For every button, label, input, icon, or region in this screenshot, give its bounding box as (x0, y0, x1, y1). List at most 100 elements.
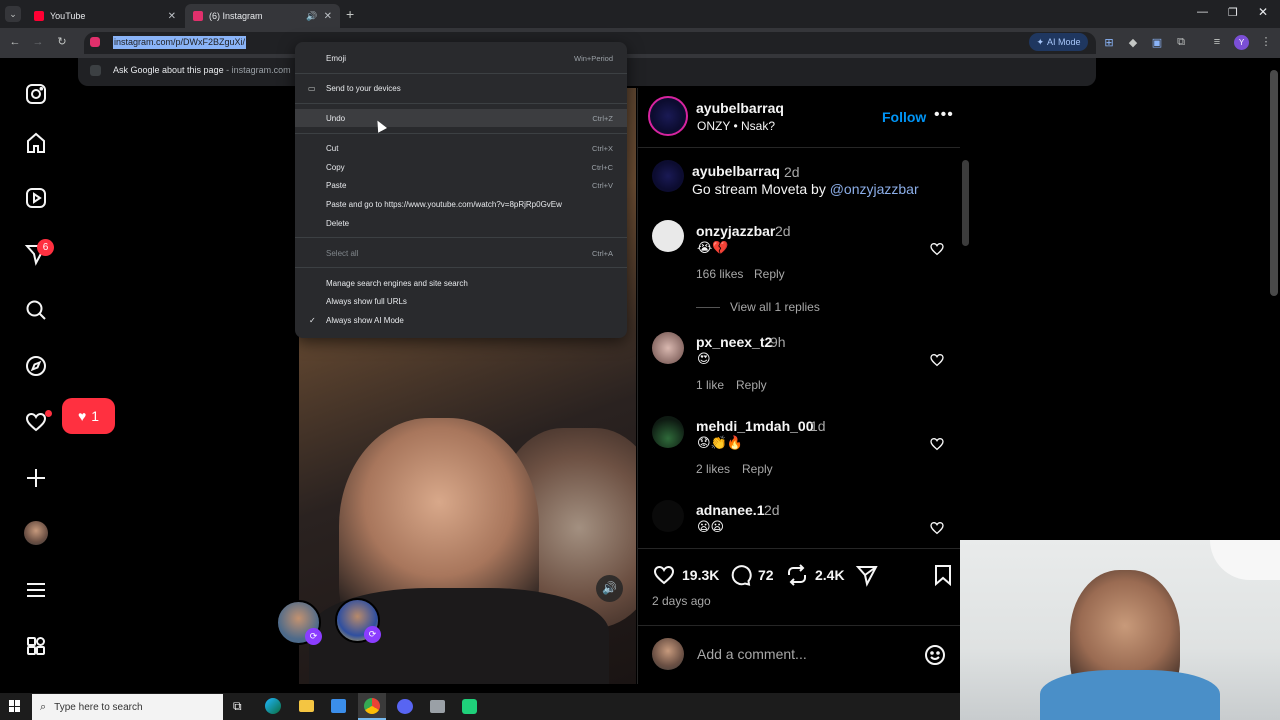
minimize-button[interactable]: — (1197, 6, 1208, 18)
ai-mode-icon: ✦ (1036, 36, 1044, 47)
extension-icon[interactable]: ◆ (1125, 36, 1141, 49)
checkmark-icon: ✓ (309, 315, 316, 325)
ai-mode-button[interactable]: ✦ AI Mode (1029, 33, 1088, 51)
reply-button[interactable]: Reply (736, 378, 767, 392)
menu-item-paste[interactable]: Paste Ctrl+V (295, 176, 627, 194)
post-audio[interactable]: ONZY • Nsak? (697, 119, 775, 133)
comment-username[interactable]: adnanee.1 (696, 502, 764, 518)
add-comment-input[interactable]: Add a comment... (697, 646, 807, 662)
restore-button[interactable]: ❐ (1228, 6, 1238, 19)
menu-item-paste-and-go[interactable]: Paste and go to https://www.youtube.com/… (295, 195, 627, 213)
menu-item-copy[interactable]: Copy Ctrl+C (295, 158, 627, 176)
likes-popup[interactable]: ♥ 1 (62, 398, 115, 434)
windows-start-icon[interactable] (9, 700, 21, 712)
menu-item-emoji[interactable]: Emoji Win+Period (295, 49, 627, 67)
search-icon[interactable] (22, 296, 50, 324)
mute-button[interactable]: 🔊 (596, 575, 623, 602)
reply-button[interactable]: Reply (742, 462, 773, 476)
menu-item-undo[interactable]: Undo Ctrl+Z (295, 109, 627, 127)
page-scrollbar[interactable] (1270, 70, 1278, 296)
home-icon[interactable] (22, 129, 50, 157)
new-tab-button[interactable]: + (346, 6, 354, 22)
puzzle-icon[interactable]: ⧉ (1173, 36, 1189, 49)
comment-username[interactable]: px_neex_t2 (696, 334, 772, 350)
more-menu-icon[interactable] (22, 576, 50, 604)
menu-label: Always show full URLs (326, 296, 407, 306)
chrome-logo (364, 698, 380, 714)
site-info-icon[interactable] (90, 37, 100, 47)
tab-search-button[interactable]: ⌄ (5, 6, 21, 22)
tab-youtube[interactable]: YouTube ✕ (26, 4, 184, 28)
caption-avatar[interactable] (652, 160, 684, 192)
forward-icon[interactable]: → (30, 36, 46, 48)
green-app-icon[interactable] (462, 699, 477, 714)
author-username[interactable]: ayubelbarraq (696, 100, 784, 116)
tab-strip: ⌄ YouTube ✕ (6) Instagram 🔊 ✕ + — ❐ ✕ (0, 0, 1280, 28)
like-comment-icon[interactable] (929, 241, 945, 257)
emoji-picker-icon[interactable] (923, 643, 947, 667)
speaker-icon[interactable]: 🔊 (306, 11, 317, 22)
tab-instagram[interactable]: (6) Instagram 🔊 ✕ (185, 4, 340, 28)
url-text[interactable]: instagram.com/p/DWxF2BZguXi/ (113, 36, 247, 49)
share-icon[interactable] (855, 563, 879, 587)
menu-item-select-all[interactable]: Select all Ctrl+A (295, 244, 627, 262)
comment-icon[interactable] (728, 563, 752, 587)
comments-scrollbar[interactable] (962, 160, 969, 246)
explore-icon[interactable] (22, 352, 50, 380)
menu-item-send-to-devices[interactable]: ▭ Send to your devices (295, 79, 627, 97)
back-icon[interactable]: ← (7, 36, 23, 48)
comment-username[interactable]: mehdi_1mdah_00 (696, 418, 814, 434)
comment-username[interactable]: onzyjazzbar (696, 223, 775, 239)
file-explorer-icon[interactable] (299, 700, 314, 712)
reels-icon[interactable] (22, 184, 50, 212)
discord-icon[interactable] (397, 699, 413, 714)
repost-count[interactable]: 2.4K (815, 567, 845, 583)
like-icon[interactable] (652, 563, 676, 587)
translate-icon[interactable]: ⊞ (1101, 36, 1117, 49)
apps-icon[interactable] (22, 632, 50, 660)
comment-avatar[interactable] (652, 332, 684, 364)
close-window-button[interactable]: ✕ (1258, 5, 1268, 19)
like-comment-icon[interactable] (929, 352, 945, 368)
repost-icon[interactable] (785, 563, 809, 587)
comment-count[interactable]: 72 (758, 567, 774, 583)
profile-avatar[interactable] (24, 521, 48, 545)
follow-button[interactable]: Follow (882, 109, 926, 125)
chrome-icon[interactable] (358, 693, 386, 720)
edge-icon[interactable] (265, 698, 281, 714)
menu-icon[interactable]: ⋮ (1258, 35, 1274, 48)
comment-avatar[interactable] (652, 500, 684, 532)
menu-item-delete[interactable]: Delete (295, 214, 627, 232)
comment-avatar[interactable] (652, 220, 684, 252)
reload-icon[interactable]: ↻ (54, 35, 70, 48)
view-replies-button[interactable]: View all 1 replies (730, 300, 820, 314)
close-tab-icon[interactable]: ✕ (168, 11, 176, 22)
screenshot-icon[interactable]: ▣ (1149, 36, 1165, 49)
like-comment-icon[interactable] (929, 436, 945, 452)
taskbar-search-box[interactable]: ⌕ Type here to search (32, 694, 223, 720)
caption-mention[interactable]: @onzyjazzbar (830, 181, 919, 197)
save-icon[interactable] (931, 563, 955, 587)
menu-item-cut[interactable]: Cut Ctrl+X (295, 139, 627, 157)
close-tab-icon[interactable]: ✕ (324, 11, 332, 22)
reading-list-icon[interactable]: ≡ (1209, 36, 1225, 48)
menu-item-show-full-urls[interactable]: Always show full URLs (295, 292, 627, 310)
more-options-icon[interactable]: ••• (934, 106, 954, 124)
task-view-icon[interactable]: ⧉ (233, 699, 242, 714)
create-icon[interactable] (22, 464, 50, 492)
comment-likes[interactable]: 1 like (696, 378, 724, 392)
comment-likes[interactable]: 2 likes (696, 462, 730, 476)
profile-avatar[interactable]: Y (1234, 35, 1249, 50)
reply-button[interactable]: Reply (754, 267, 785, 281)
like-count[interactable]: 19.3K (682, 567, 719, 583)
instagram-logo-icon[interactable] (22, 80, 50, 108)
menu-item-manage-search-engines[interactable]: Manage search engines and site search (295, 274, 627, 292)
app-icon[interactable] (430, 700, 445, 713)
store-icon[interactable] (331, 699, 346, 713)
comment-avatar[interactable] (652, 416, 684, 448)
author-avatar[interactable] (648, 96, 688, 136)
comment-likes[interactable]: 166 likes (696, 267, 743, 281)
like-comment-icon[interactable] (929, 520, 945, 536)
caption-username[interactable]: ayubelbarraq (692, 163, 780, 179)
menu-item-show-ai-mode[interactable]: ✓ Always show AI Mode (295, 311, 627, 329)
